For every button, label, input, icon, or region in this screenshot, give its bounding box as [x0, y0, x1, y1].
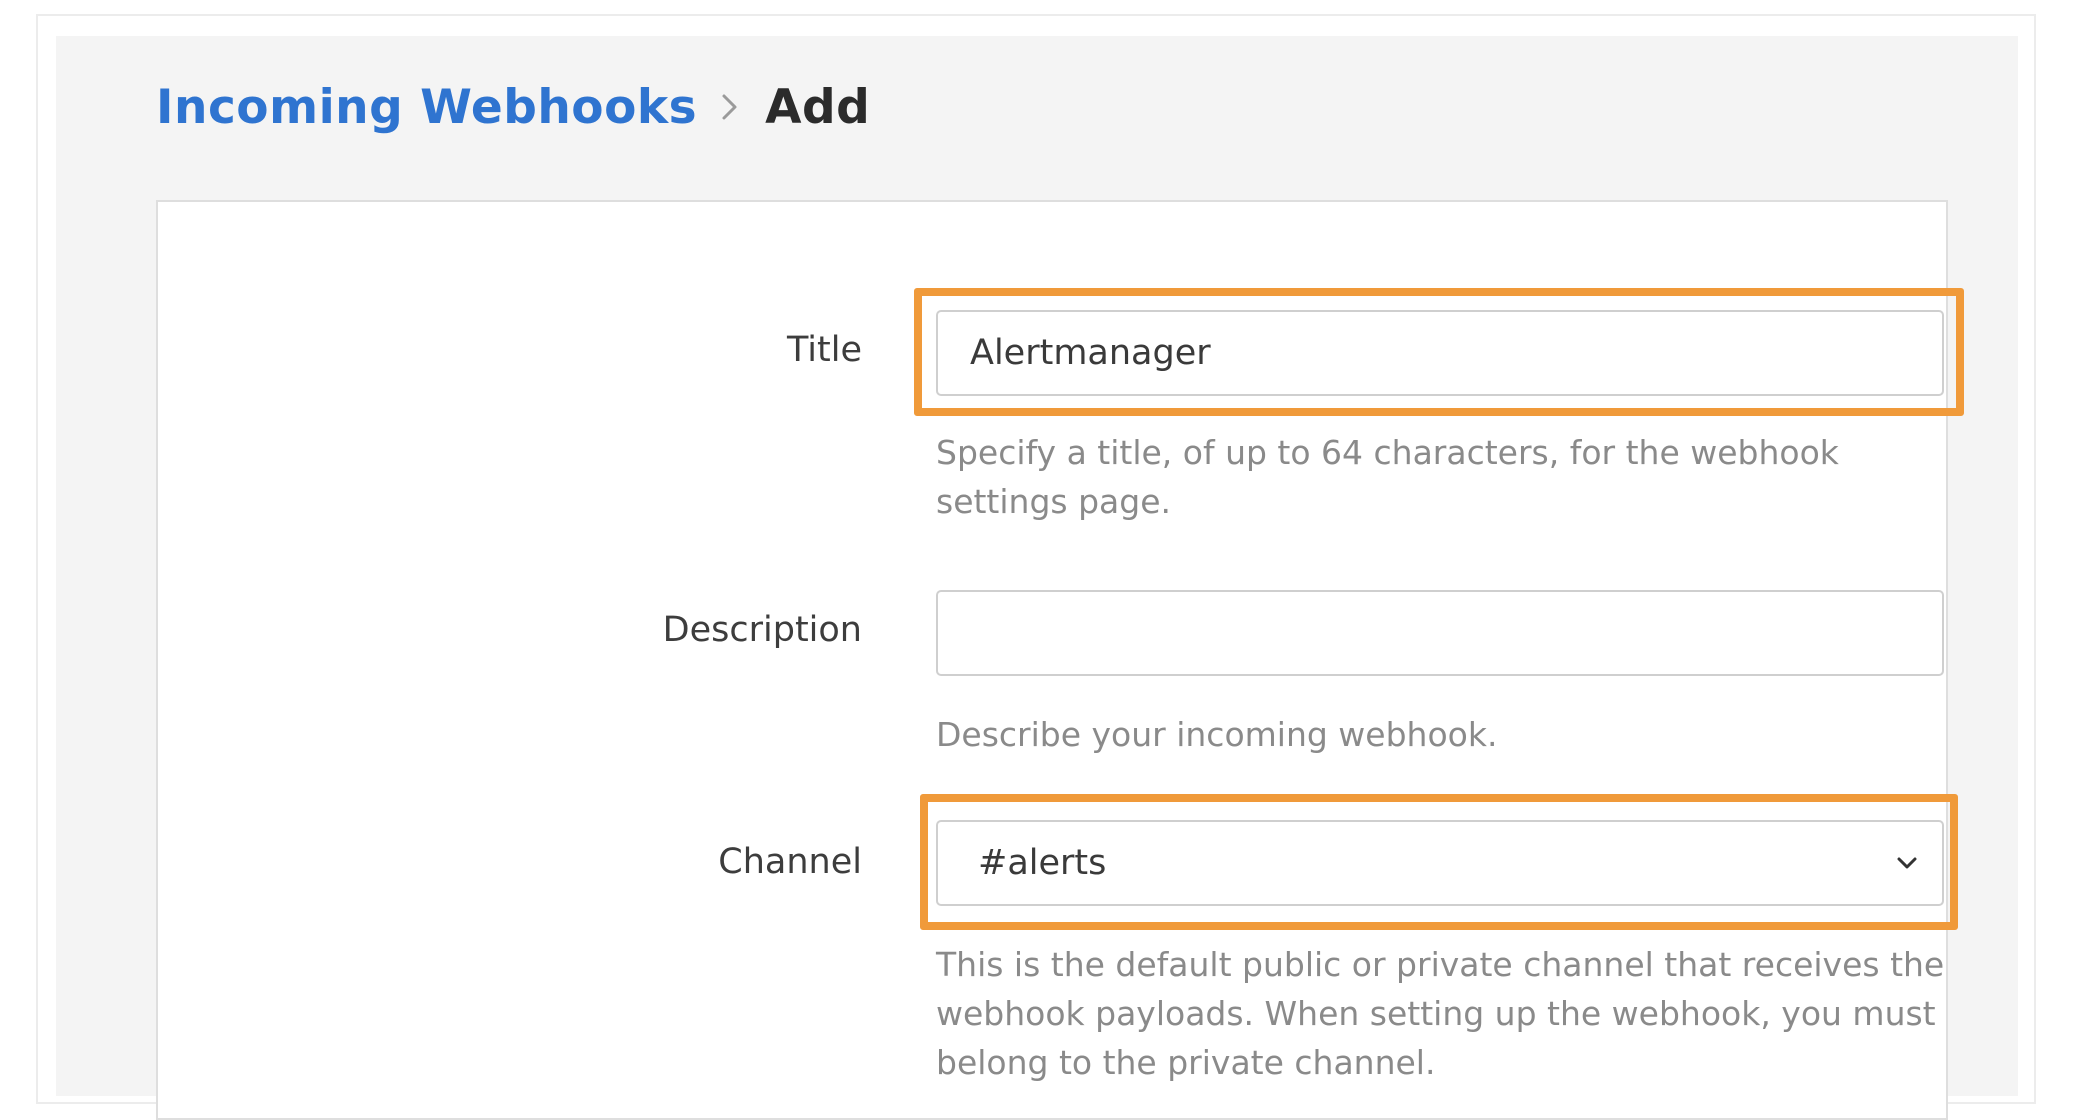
breadcrumb-incoming-webhooks-link[interactable]: Incoming Webhooks: [156, 80, 697, 135]
description-input[interactable]: [936, 590, 1944, 676]
title-input-value: Alertmanager: [970, 333, 1211, 373]
title-input[interactable]: Alertmanager: [936, 310, 1944, 396]
channel-select-value: #alerts: [978, 843, 1107, 883]
webhook-form-card: Title Alertmanager Specify a title, of u…: [156, 200, 1964, 1120]
chevron-down-icon: [1896, 856, 1918, 870]
channel-label: Channel: [718, 842, 862, 882]
title-help-text: Specify a title, of up to 64 characters,…: [936, 433, 1839, 521]
channel-help-text: This is the default public or private ch…: [936, 945, 1945, 1082]
page-title: Add: [765, 79, 871, 135]
description-label: Description: [662, 610, 862, 650]
chevron-right-icon: [721, 92, 739, 122]
channel-select[interactable]: #alerts: [936, 820, 1944, 906]
title-label: Title: [786, 330, 862, 370]
description-help-text: Describe your incoming webhook.: [936, 715, 1498, 754]
breadcrumb: Incoming Webhooks Add: [156, 72, 870, 142]
